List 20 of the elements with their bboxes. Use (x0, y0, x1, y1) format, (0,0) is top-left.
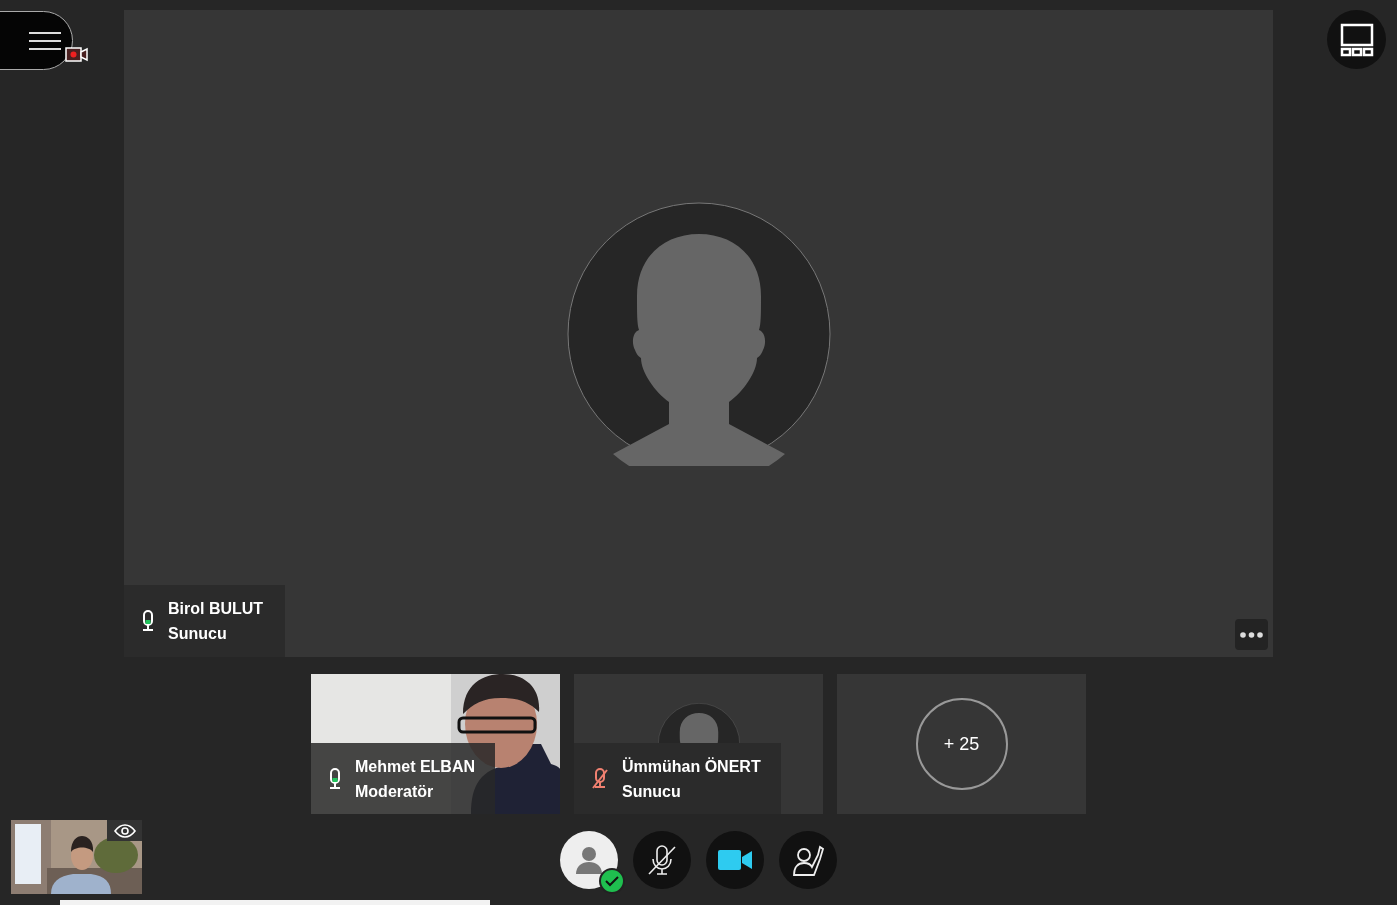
participant-role: Moderatör (355, 781, 435, 802)
profile-button[interactable] (560, 831, 618, 889)
participant-role: Sunucu (168, 624, 228, 644)
menu-icon (28, 30, 62, 51)
avatar-placeholder-icon (566, 201, 831, 466)
eye-icon (113, 823, 136, 838)
user-icon (573, 844, 605, 876)
participant-role: Sunucu (622, 781, 682, 802)
layout-icon (1339, 22, 1374, 57)
menu-button[interactable] (0, 11, 73, 70)
visibility-button[interactable] (107, 820, 142, 841)
participant-tile[interactable]: Mehmet ELBAN Moderatör (311, 674, 560, 814)
participant-name: Ümmühan ÖNERT (622, 756, 761, 777)
participant-name: Birol BULUT (168, 599, 264, 619)
more-participants-button[interactable]: + 25 (915, 698, 1008, 790)
raised-hand-person-icon (791, 843, 825, 877)
participant-tile[interactable]: Ümmühan ÖNERT Sunucu (574, 674, 823, 814)
more-icon (1240, 631, 1263, 638)
more-options-button[interactable] (1235, 619, 1268, 650)
participant-name: Mehmet ELBAN (355, 756, 475, 777)
